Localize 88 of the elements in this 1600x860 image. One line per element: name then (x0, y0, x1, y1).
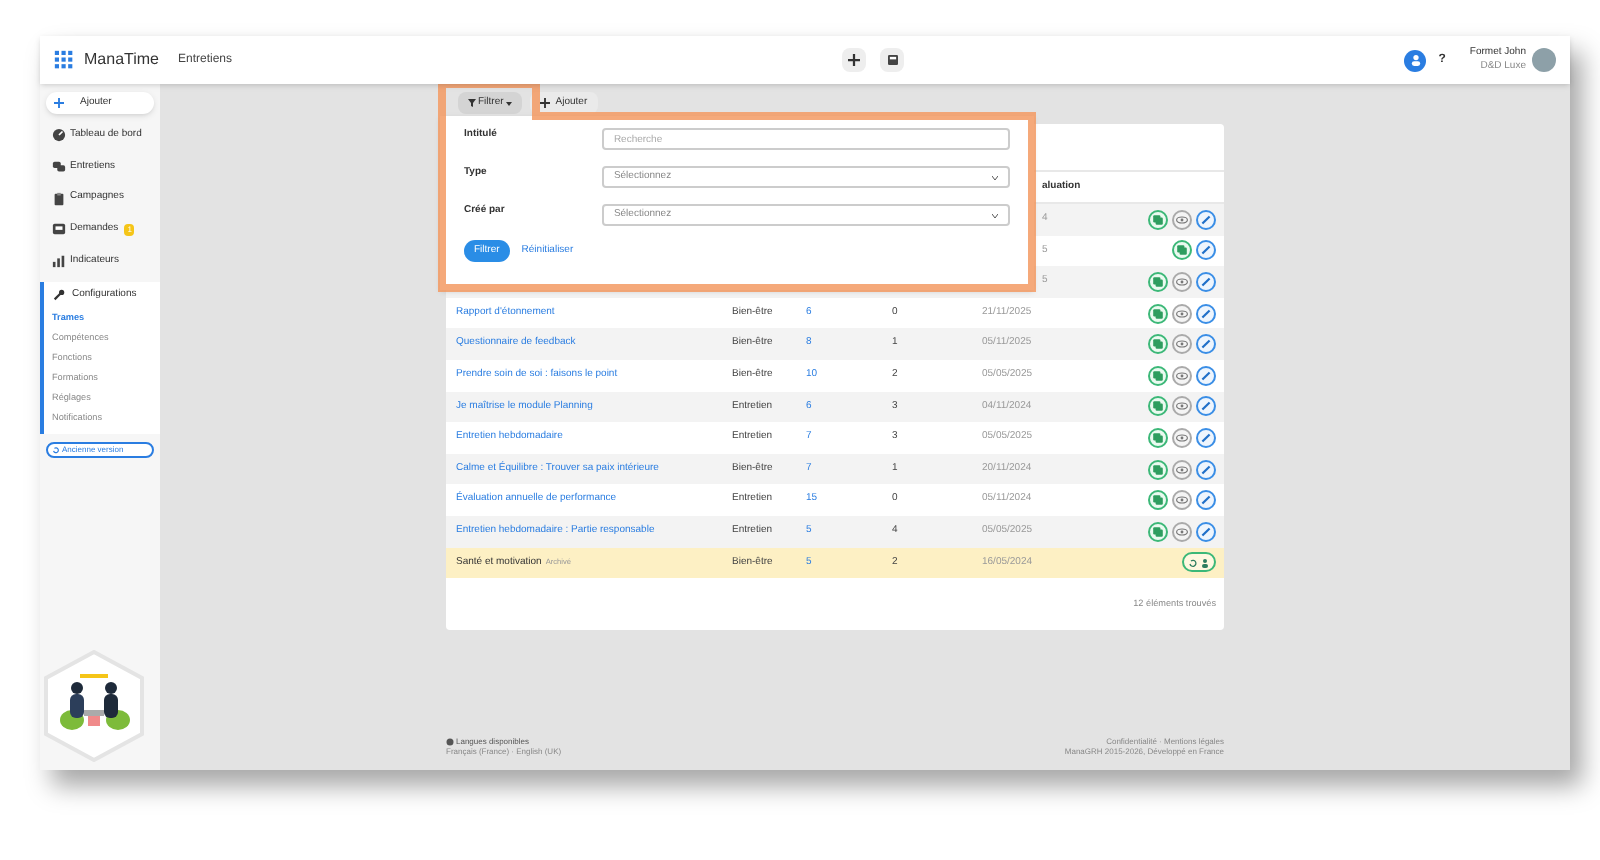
plus-icon (848, 54, 861, 66)
edit-button[interactable] (1196, 303, 1216, 324)
copy-button[interactable] (1148, 396, 1168, 417)
eye-icon (1176, 496, 1188, 505)
person-icon (1409, 54, 1422, 66)
undo-icon (1188, 557, 1198, 568)
add-button[interactable] (842, 48, 867, 72)
edit-button[interactable] (1196, 209, 1216, 230)
copy-icon (1152, 307, 1164, 320)
eye-icon (1176, 277, 1188, 286)
edit-button[interactable] (1196, 334, 1216, 355)
copy-icon (1152, 213, 1164, 226)
view-button[interactable] (1172, 365, 1192, 386)
copy-icon (1152, 369, 1164, 382)
wrench-icon (52, 288, 66, 303)
app-name: ManaTime (84, 48, 161, 72)
chat-icon (52, 160, 66, 175)
copy-icon (1152, 494, 1164, 507)
profile-button[interactable] (1404, 49, 1427, 71)
view-button[interactable] (1172, 271, 1192, 292)
edit-button[interactable] (1196, 271, 1216, 292)
eye-icon (1176, 402, 1188, 411)
copy-button[interactable] (1148, 427, 1168, 448)
clipboard-icon (52, 191, 66, 206)
view-button[interactable] (1172, 459, 1192, 480)
pencil-icon (1200, 525, 1212, 538)
eye-icon (1176, 465, 1188, 474)
copy-button[interactable] (1148, 271, 1168, 292)
pencil-icon (1200, 431, 1212, 444)
copy-button[interactable] (1148, 334, 1168, 355)
copy-button[interactable] (1148, 490, 1168, 511)
eye-icon (1176, 309, 1188, 318)
pencil-icon (1200, 494, 1212, 507)
view-button[interactable] (1172, 303, 1192, 324)
copy-button[interactable] (1148, 209, 1168, 230)
copy-button[interactable] (1148, 459, 1168, 480)
pencil-icon (1200, 307, 1212, 320)
edit-button[interactable] (1196, 240, 1216, 261)
edit-button[interactable] (1196, 459, 1216, 480)
undo-icon (52, 446, 60, 455)
pencil-icon (1200, 369, 1212, 382)
pencil-icon (1200, 400, 1212, 413)
pencil-icon (1200, 338, 1212, 351)
pencil-icon (1200, 463, 1212, 476)
inbox-icon (52, 222, 66, 237)
view-button[interactable] (1172, 521, 1192, 542)
eye-icon (1176, 371, 1188, 380)
copy-icon (1152, 525, 1164, 538)
eye-icon (1176, 433, 1188, 442)
pencil-icon (1200, 244, 1212, 257)
copy-icon (1176, 244, 1188, 257)
view-button[interactable] (1172, 427, 1192, 448)
edit-button[interactable] (1196, 521, 1216, 542)
copy-icon (1152, 275, 1164, 288)
restore-button[interactable] (1182, 552, 1216, 573)
view-button[interactable] (1172, 209, 1192, 230)
plus-icon (539, 98, 550, 108)
grid-icon[interactable] (54, 50, 74, 70)
edit-button[interactable] (1196, 490, 1216, 511)
copy-button[interactable] (1148, 365, 1168, 386)
caret-icon (505, 101, 512, 105)
copy-icon (1152, 400, 1164, 413)
view-button[interactable] (1172, 334, 1192, 355)
pencil-icon (1200, 275, 1212, 288)
copy-icon (1152, 431, 1164, 444)
globe-icon (446, 737, 454, 745)
avatar[interactable] (1532, 48, 1556, 72)
chart-icon (52, 254, 66, 269)
gauge-icon (52, 128, 66, 143)
eye-icon (1176, 527, 1188, 536)
eye-icon (1176, 215, 1188, 224)
calculator-icon (887, 54, 898, 66)
funnel-icon (468, 98, 476, 108)
view-button[interactable] (1172, 396, 1192, 417)
copy-button[interactable] (1148, 303, 1168, 324)
eye-icon (1176, 340, 1188, 349)
copy-icon (1152, 463, 1164, 476)
edit-button[interactable] (1196, 396, 1216, 417)
edit-button[interactable] (1196, 365, 1216, 386)
calculator-button[interactable] (880, 48, 905, 72)
copy-button[interactable] (1148, 521, 1168, 542)
view-button[interactable] (1172, 490, 1192, 511)
edit-button[interactable] (1196, 427, 1216, 448)
pencil-icon (1200, 213, 1212, 226)
person-icon (1200, 557, 1210, 568)
copy-button[interactable] (1172, 240, 1192, 261)
plus-icon (54, 98, 64, 108)
copy-icon (1152, 338, 1164, 351)
